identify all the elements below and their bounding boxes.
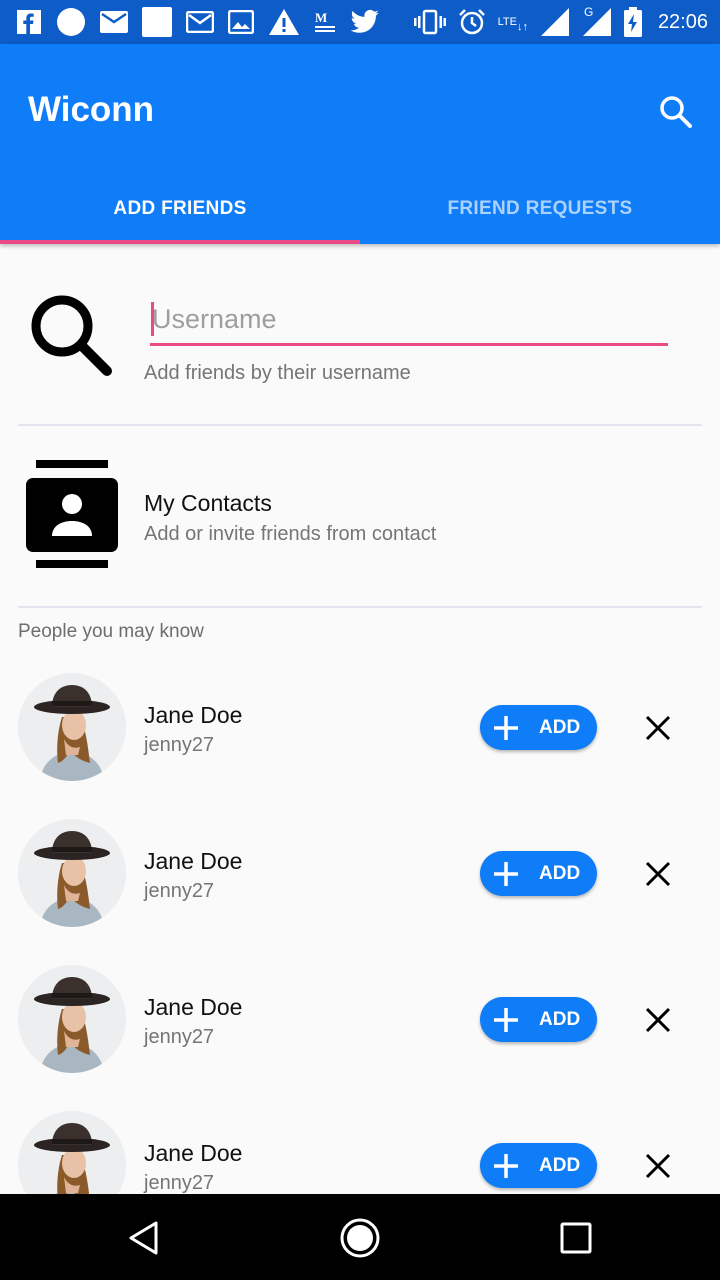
add-button-label: ADD — [539, 1154, 581, 1176]
status-time: 22:06 — [657, 10, 708, 33]
vibrate-icon — [413, 9, 446, 35]
mail-icon — [100, 11, 128, 33]
dismiss-button[interactable] — [636, 852, 680, 896]
section-label: People you may know — [18, 621, 204, 642]
search-button[interactable] — [652, 88, 700, 136]
divider — [18, 424, 702, 426]
recents-icon — [560, 1222, 592, 1254]
text-cursor — [151, 302, 154, 336]
signal-g-icon: G — [582, 5, 612, 37]
recents-button[interactable] — [550, 1212, 602, 1264]
search-icon — [28, 292, 114, 378]
contacts-subtitle: Add or invite friends from contact — [144, 523, 437, 545]
people-list: Jane Doe jenny27 ADD Jane Doe jenny27 AD… — [0, 660, 720, 1194]
signal-g-label: G — [583, 5, 594, 19]
person-name: Jane Doe — [144, 1140, 243, 1166]
person-username: jenny27 — [144, 1026, 215, 1048]
person-username: jenny27 — [144, 880, 215, 902]
app-title: Wiconn — [28, 90, 155, 129]
list-item: Jane Doe jenny27 ADD — [0, 806, 720, 952]
list-item: Jane Doe jenny27 ADD — [0, 1098, 720, 1194]
add-button-label: ADD — [539, 862, 581, 884]
add-friend-button[interactable]: ADD — [480, 705, 597, 750]
battery-charging-icon — [623, 7, 642, 37]
add-button-label: ADD — [539, 1008, 581, 1030]
image-icon — [228, 10, 254, 34]
add-friend-button[interactable]: ADD — [480, 851, 597, 896]
list-item: Jane Doe jenny27 ADD — [0, 660, 720, 806]
back-button[interactable] — [118, 1212, 170, 1264]
username-hint: Add friends by their username — [144, 362, 411, 384]
close-icon — [645, 861, 671, 887]
back-icon — [129, 1221, 158, 1255]
circle-icon — [56, 7, 86, 37]
gmail-icon — [186, 11, 214, 33]
person-name: Jane Doe — [144, 994, 243, 1020]
plus-icon — [484, 851, 528, 896]
add-button-label: ADD — [539, 716, 581, 738]
network-type-label: LTE — [497, 16, 517, 28]
person-name: Jane Doe — [144, 702, 243, 728]
plus-icon — [484, 997, 528, 1042]
lte-icon: LTE ↓↑ — [497, 16, 528, 33]
contacts-icon[interactable] — [26, 460, 118, 572]
signal-icon — [540, 7, 570, 37]
app-bar: Wiconn ADD FRIENDS FRIEND REQUESTS — [0, 44, 720, 244]
username-field-wrapper — [150, 296, 668, 346]
tab-bar: ADD FRIENDS FRIEND REQUESTS — [0, 174, 720, 244]
tab-friend-requests[interactable]: FRIEND REQUESTS — [360, 174, 720, 244]
divider — [18, 606, 702, 608]
avatar[interactable] — [18, 965, 126, 1073]
navigation-bar — [0, 1194, 720, 1280]
contacts-title[interactable]: My Contacts — [144, 490, 272, 517]
status-notification-icons: M — [16, 7, 380, 37]
twitter-icon — [350, 9, 380, 35]
home-button[interactable] — [334, 1212, 386, 1264]
dismiss-button[interactable] — [636, 706, 680, 750]
status-system-icons: LTE ↓↑ G 22:06 — [413, 5, 708, 37]
tab-indicator — [0, 240, 360, 244]
plus-icon — [484, 1143, 528, 1188]
dismiss-button[interactable] — [636, 998, 680, 1042]
avatar[interactable] — [18, 1111, 126, 1194]
add-friend-button[interactable]: ADD — [480, 997, 597, 1042]
close-icon — [645, 1153, 671, 1179]
warning-icon — [268, 8, 300, 36]
medium-icon: M — [314, 9, 336, 35]
search-icon — [660, 96, 692, 128]
person-username: jenny27 — [144, 1172, 215, 1194]
person-name: Jane Doe — [144, 848, 243, 874]
close-icon — [645, 715, 671, 741]
tab-add-friends[interactable]: ADD FRIENDS — [0, 174, 360, 244]
list-item: Jane Doe jenny27 ADD — [0, 952, 720, 1098]
close-icon — [645, 1007, 671, 1033]
blank-icon — [142, 7, 172, 37]
home-icon — [340, 1218, 380, 1258]
status-bar: M LTE ↓↑ G 22:06 — [0, 0, 720, 44]
dismiss-button[interactable] — [636, 1144, 680, 1188]
plus-icon — [484, 705, 528, 750]
username-input[interactable] — [150, 296, 668, 342]
person-username: jenny27 — [144, 734, 215, 756]
facebook-icon — [16, 9, 42, 35]
avatar[interactable] — [18, 819, 126, 927]
svg-text:M: M — [315, 10, 327, 25]
alarm-icon — [458, 8, 486, 36]
add-friend-button[interactable]: ADD — [480, 1143, 597, 1188]
avatar[interactable] — [18, 673, 126, 781]
